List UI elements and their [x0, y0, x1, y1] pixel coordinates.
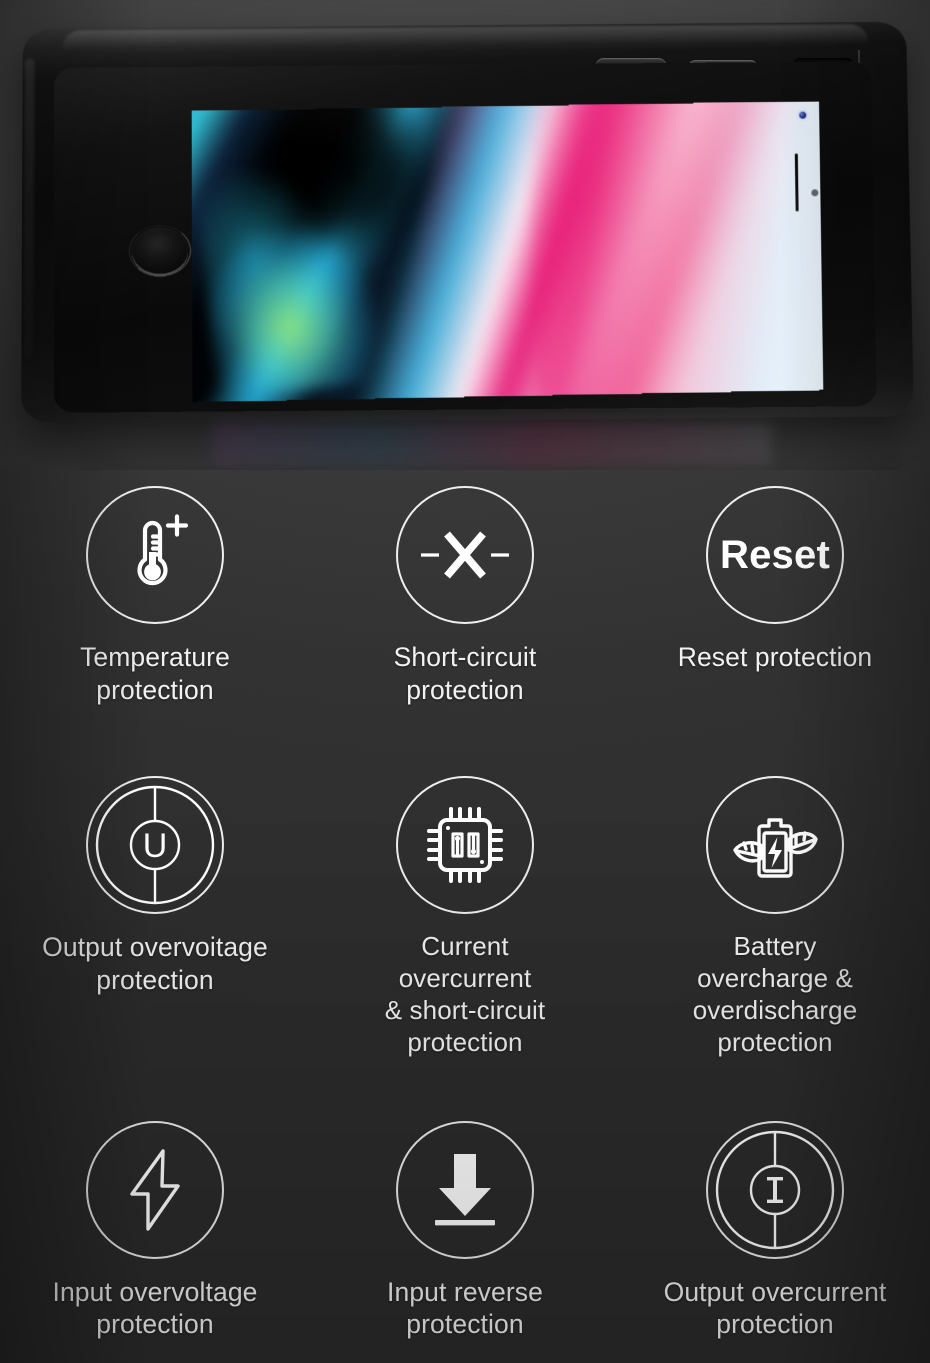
case-left-highlight: [23, 58, 35, 358]
case-top-highlight: [62, 24, 869, 57]
protection-features-grid: Temperature protection Short-circuit pro…: [0, 468, 930, 1363]
lightning-bolt-outline-icon: [118, 1147, 192, 1233]
feature-icon-circle: U: [86, 776, 224, 915]
feature-icon-circle: [706, 1120, 844, 1259]
current-i-symbol-icon: [713, 1128, 837, 1252]
feature-current-overcurrent-protection: Current overcurrent & short-circuit prot…: [310, 758, 620, 1081]
front-camera-icon: [799, 111, 807, 119]
down-arrow-bar-icon: [426, 1148, 504, 1232]
feature-label: Short-circuit protection: [393, 642, 537, 705]
feature-label: Reset protection: [677, 642, 873, 672]
wallpaper-green-swoosh: [193, 148, 445, 402]
feature-icon-circle: [86, 486, 224, 624]
phone-screen[interactable]: [191, 101, 824, 403]
feature-icon-circle: [396, 1120, 534, 1259]
feature-icon-circle: [396, 776, 534, 915]
feature-input-reverse-protection: Input reverse protection: [310, 1103, 620, 1363]
feature-output-overvoltage-protection: U Output overvoitage protection: [0, 758, 310, 1081]
phone-bezel: [53, 61, 877, 413]
feature-battery-overcharge-protection: Battery overcharge & overdischarge prote…: [620, 758, 930, 1081]
feature-label: Input overvoltage protection: [52, 1276, 258, 1340]
home-button[interactable]: [128, 225, 192, 277]
screen-reflection-glow: [212, 422, 772, 466]
feature-label: Output overvoitage protection: [42, 932, 268, 995]
battery-leaf-bolt-icon: [732, 804, 818, 886]
feature-icon-circle: Reset: [706, 486, 844, 624]
feature-reset-protection: Reset Reset protection: [620, 468, 930, 728]
svg-text:U: U: [143, 827, 168, 865]
phone-in-battery-case: [21, 21, 914, 470]
feature-label: Current overcurrent & short-circuit prot…: [384, 931, 546, 1057]
feature-icon-circle: [396, 486, 534, 624]
feature-input-overvoltage-protection: Input overvoltage protection: [0, 1103, 310, 1363]
feature-icon-circle: [86, 1120, 224, 1259]
voltage-u-symbol-icon: U: [93, 783, 217, 907]
reset-text-icon: Reset: [720, 532, 830, 577]
cpu-chip-icon: [424, 804, 506, 886]
feature-label: Output overcurrent protection: [663, 1276, 887, 1340]
proximity-sensor-icon: [811, 189, 819, 197]
product-hero-image: [0, 0, 930, 470]
thermometer-plus-icon: [114, 514, 196, 596]
dash-x-dash-icon: [417, 520, 513, 590]
home-button-ring: [128, 225, 192, 277]
feature-label: Temperature protection: [80, 642, 230, 705]
feature-label: Input reverse protection: [387, 1276, 543, 1340]
feature-output-overcurrent-protection: Output overcurrent protection: [620, 1103, 930, 1363]
feature-label: Battery overcharge & overdischarge prote…: [692, 931, 858, 1057]
feature-short-circuit-protection: Short-circuit protection: [310, 468, 620, 728]
product-feature-page: Temperature protection Short-circuit pro…: [0, 0, 930, 1363]
feature-icon-circle: [706, 776, 844, 915]
feature-temperature-protection: Temperature protection: [0, 468, 310, 728]
wallpaper-right-fade: [531, 101, 824, 403]
